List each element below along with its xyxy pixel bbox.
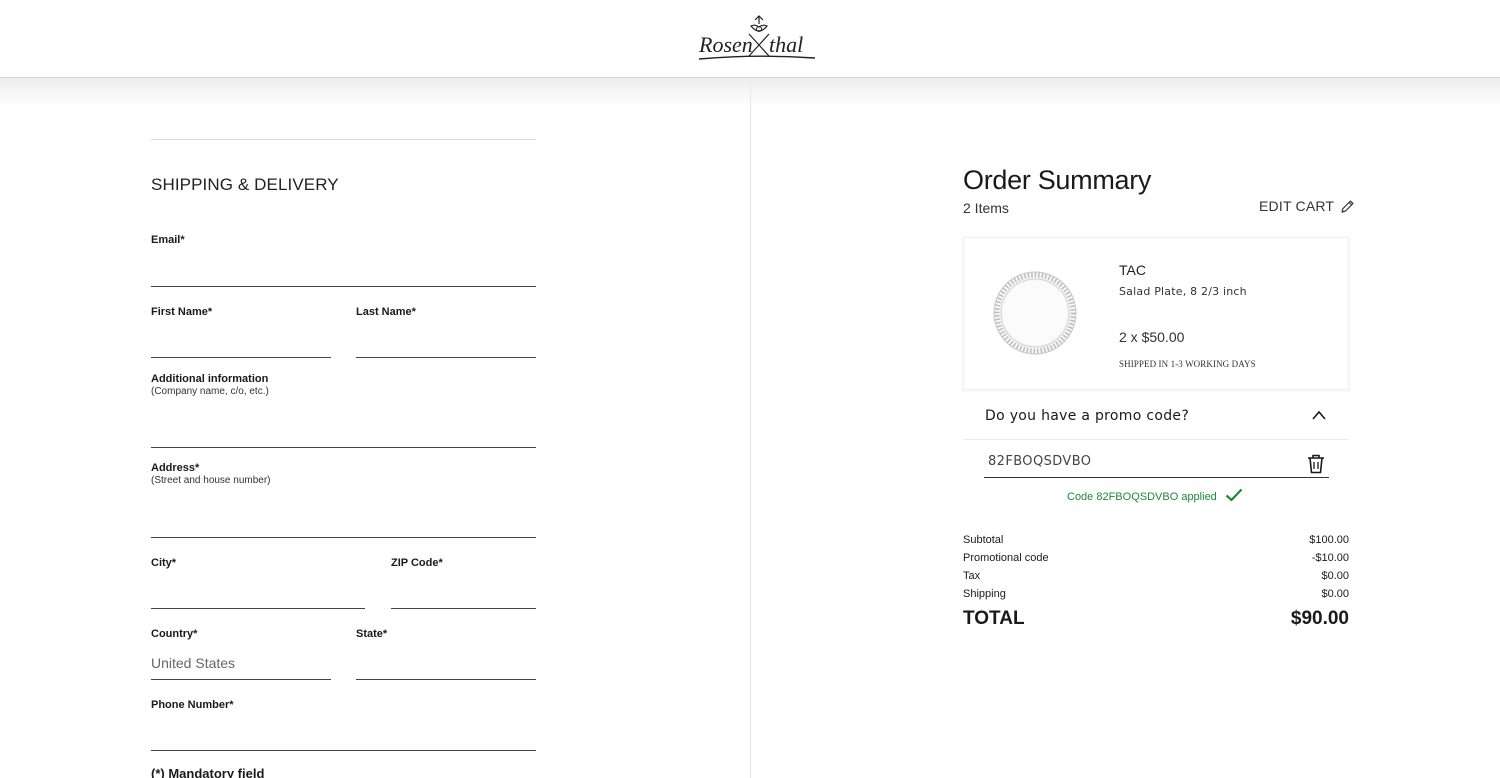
promo-applied-message: Code 82FBOQSDVBO applied (1067, 488, 1243, 505)
promo-applied-text: Code 82FBOQSDVBO applied (1067, 490, 1217, 503)
city-label: City* (151, 557, 177, 569)
shipping-label: Shipping (963, 588, 1006, 600)
product-name: Salad Plate, 8 2/3 inch (1119, 285, 1247, 298)
total-row: TOTAL $90.00 (963, 606, 1349, 632)
total-label: TOTAL (963, 608, 1025, 629)
order-summary-title: Order Summary (963, 165, 1152, 195)
additional-info-hint: (Company name, c/o, etc.) (151, 386, 269, 397)
svg-text:Rosen: Rosen (698, 32, 753, 57)
subtotal-value: $100.00 (1309, 534, 1349, 546)
country-field[interactable]: Country* United States (151, 628, 331, 681)
header-shadow (0, 78, 1500, 108)
first-name-input-line (151, 357, 331, 358)
zip-field[interactable]: ZIP Code* (391, 557, 536, 610)
svg-text:thal: thal (769, 32, 803, 57)
address-label: Address* (151, 462, 200, 474)
promo-value: -$10.00 (1311, 552, 1349, 564)
city-input-line (151, 608, 365, 609)
zip-label: ZIP Code* (391, 557, 443, 569)
address-input-line (151, 537, 536, 538)
product-brand: TAC (1119, 262, 1146, 278)
address-hint: (Street and house number) (151, 475, 271, 486)
promo-question: Do you have a promo code? (985, 408, 1190, 424)
city-field[interactable]: City* (151, 557, 365, 610)
check-icon (1225, 488, 1243, 505)
email-field[interactable]: Email* (151, 234, 536, 287)
form-top-separator (151, 139, 536, 140)
state-select-line (356, 679, 536, 680)
additional-info-input-line (151, 447, 536, 448)
state-label: State* (356, 628, 388, 640)
phone-label: Phone Number* (151, 699, 234, 711)
tax-value: $0.00 (1321, 570, 1349, 582)
country-select-line (151, 679, 331, 680)
last-name-input-line (356, 357, 536, 358)
trash-icon[interactable] (1307, 454, 1325, 479)
product-price: 2 x $50.00 (1119, 329, 1185, 345)
country-value[interactable]: United States (151, 655, 235, 671)
email-label: Email* (151, 234, 185, 246)
country-label: Country* (151, 628, 198, 640)
promo-row: Promotional code -$10.00 (963, 551, 1349, 569)
pencil-icon (1340, 199, 1355, 214)
tax-label: Tax (963, 570, 981, 582)
subtotal-label: Subtotal (963, 534, 1004, 546)
phone-input-line (151, 750, 536, 751)
last-name-field[interactable]: Last Name* (356, 306, 536, 359)
additional-info-field[interactable]: Additional information (Company name, c/… (151, 373, 536, 448)
product-image[interactable] (992, 270, 1078, 356)
total-value: $90.00 (1290, 608, 1349, 629)
promo-label: Promotional code (963, 552, 1049, 564)
section-title: SHIPPING & DELIVERY (151, 175, 339, 194)
product-card: TAC Salad Plate, 8 2/3 inch 2 x $50.00 S… (963, 237, 1349, 390)
address-field[interactable]: Address* (Street and house number) (151, 462, 536, 538)
first-name-label: First Name* (151, 306, 213, 318)
zip-input-line (391, 608, 536, 609)
promo-toggle[interactable]: Do you have a promo code? (963, 392, 1349, 440)
phone-field[interactable]: Phone Number* (151, 699, 536, 752)
shipping-row: Shipping $0.00 (963, 587, 1349, 605)
top-bar: Rosen thal (0, 0, 1500, 78)
additional-info-label: Additional information (151, 373, 269, 385)
edit-cart-button[interactable]: EDIT CART (1259, 198, 1355, 214)
rosenthal-logo[interactable]: Rosen thal (697, 14, 817, 64)
column-divider (750, 78, 751, 778)
tax-row: Tax $0.00 (963, 569, 1349, 587)
promo-code-value: 82FBOQSDVBO (988, 454, 1092, 469)
subtotal-row: Subtotal $100.00 (963, 533, 1349, 551)
state-field[interactable]: State* (356, 628, 536, 681)
items-count: 2 Items (963, 200, 1009, 216)
mandatory-note: (*) Mandatory field (151, 766, 265, 778)
last-name-label: Last Name* (356, 306, 416, 318)
shipping-value: $0.00 (1321, 588, 1349, 600)
totals-table: Subtotal $100.00 Promotional code -$10.0… (963, 533, 1349, 632)
promo-code-input[interactable]: 82FBOQSDVBO (984, 446, 1329, 478)
chevron-up-icon (1311, 408, 1327, 426)
product-shipping-note: SHIPPED IN 1-3 WORKING DAYS (1119, 359, 1256, 369)
first-name-field[interactable]: First Name* (151, 306, 331, 359)
email-input-line (151, 286, 536, 287)
edit-cart-label: EDIT CART (1259, 198, 1335, 214)
